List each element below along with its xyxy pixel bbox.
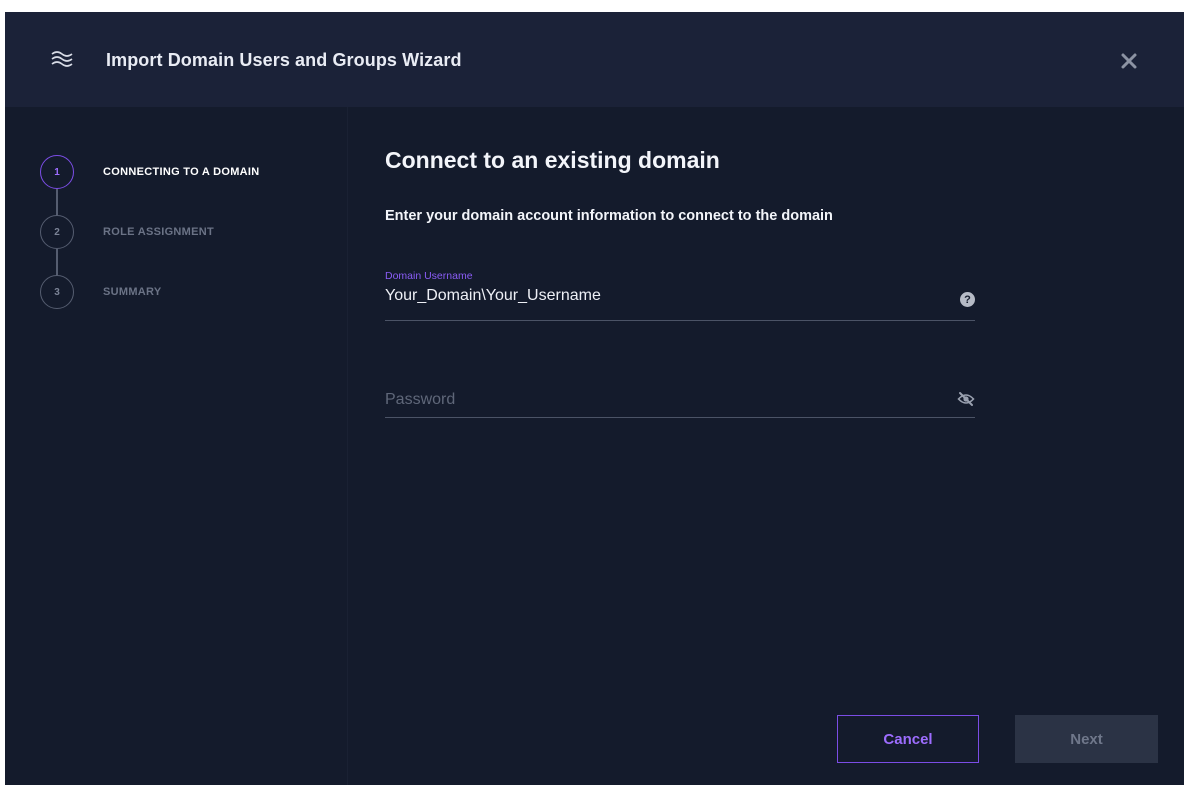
cancel-button[interactable]: Cancel — [837, 715, 979, 763]
eye-slash-icon[interactable] — [957, 391, 975, 407]
main-content: Connect to an existing domain Enter your… — [385, 107, 1175, 785]
step-label: ROLE ASSIGNMENT — [103, 226, 215, 238]
page-subheading: Enter your domain account information to… — [385, 208, 833, 224]
step-summary: 3 SUMMARY — [40, 275, 300, 309]
next-button[interactable]: Next — [1015, 715, 1158, 763]
waves-icon — [51, 51, 73, 67]
username-field: Domain Username ? — [385, 270, 975, 321]
step-connecting: 1 CONNECTING TO A DOMAIN — [40, 155, 300, 189]
username-input[interactable] — [385, 287, 945, 305]
help-icon[interactable]: ? — [960, 292, 975, 307]
password-field — [385, 377, 975, 418]
step-label: SUMMARY — [103, 286, 162, 298]
step-label: CONNECTING TO A DOMAIN — [103, 166, 260, 178]
step-connector — [56, 189, 58, 216]
wizard-title: Import Domain Users and Groups Wizard — [106, 50, 462, 70]
page-heading: Connect to an existing domain — [385, 147, 720, 173]
wizard-header: Import Domain Users and Groups Wizard — [5, 12, 1184, 107]
wizard-dialog: Import Domain Users and Groups Wizard 1 … — [5, 12, 1184, 785]
username-label: Domain Username — [385, 270, 473, 282]
step-number: 2 — [40, 215, 74, 249]
step-number: 3 — [40, 275, 74, 309]
step-number: 1 — [40, 155, 74, 189]
steps-sidebar: 1 CONNECTING TO A DOMAIN 2 ROLE ASSIGNME… — [5, 107, 348, 785]
password-input[interactable] — [385, 391, 945, 409]
step-connector — [56, 249, 58, 276]
step-role-assignment: 2 ROLE ASSIGNMENT — [40, 215, 300, 249]
close-icon[interactable] — [1120, 52, 1138, 70]
